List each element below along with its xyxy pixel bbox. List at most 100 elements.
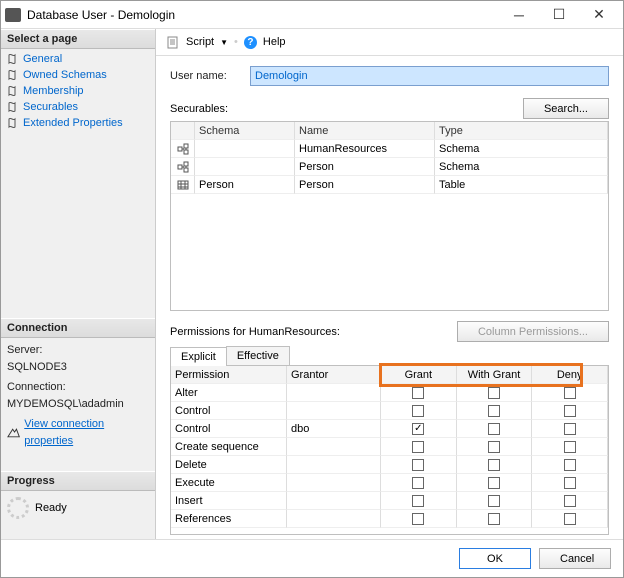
perm-name: Delete (171, 456, 287, 474)
deny-checkbox[interactable] (564, 423, 576, 435)
username-input[interactable] (250, 66, 609, 86)
deny-checkbox[interactable] (564, 405, 576, 417)
permission-row[interactable]: Delete (171, 456, 608, 474)
securables-row[interactable]: Person Person Table (171, 176, 608, 194)
nav-securables[interactable]: Securables (1, 99, 155, 115)
nav-general[interactable]: General (1, 51, 155, 67)
nav-membership[interactable]: Membership (1, 83, 155, 99)
grant-checkbox[interactable] (412, 513, 424, 525)
grant-checkbox[interactable] (412, 387, 424, 399)
main: Select a page General Owned Schemas Memb… (1, 29, 623, 539)
minimize-button[interactable]: ─ (499, 1, 539, 29)
view-connection-properties-link[interactable]: View connection properties (24, 416, 149, 449)
deny-checkbox[interactable] (564, 477, 576, 489)
deny-checkbox[interactable] (564, 513, 576, 525)
nav-label: Owned Schemas (23, 69, 107, 81)
schema-icon (177, 143, 189, 155)
securables-header-row: Schema Name Type (171, 122, 608, 140)
perm-grantor (287, 510, 381, 528)
perm-grantor (287, 474, 381, 492)
progress-block: Ready (1, 491, 155, 525)
help-button[interactable]: Help (263, 36, 286, 48)
permissions-for-label: Permissions for HumanResources: (170, 326, 340, 338)
securables-row[interactable]: Person Schema (171, 158, 608, 176)
nav-label: General (23, 53, 62, 65)
perm-grantor (287, 438, 381, 456)
perm-name: Execute (171, 474, 287, 492)
perm-name: Control (171, 402, 287, 420)
progress-header: Progress (1, 471, 155, 491)
dialog-footer: OK Cancel (1, 539, 623, 577)
connection-icon (7, 427, 20, 439)
col-schema: Schema (195, 122, 295, 140)
tab-effective[interactable]: Effective (226, 346, 290, 365)
withgrant-checkbox[interactable] (488, 495, 500, 507)
tab-explicit[interactable]: Explicit (170, 347, 227, 366)
search-button[interactable]: Search... (523, 98, 609, 119)
col-grantor: Grantor (287, 366, 381, 384)
perm-grantor (287, 456, 381, 474)
page-nav: General Owned Schemas Membership Securab… (1, 49, 155, 133)
perm-name: Create sequence (171, 438, 287, 456)
deny-checkbox[interactable] (564, 387, 576, 399)
withgrant-checkbox[interactable] (488, 459, 500, 471)
help-icon: ? (244, 36, 257, 49)
grant-checkbox[interactable] (412, 441, 424, 453)
permission-row[interactable]: Insert (171, 492, 608, 510)
withgrant-checkbox[interactable] (488, 405, 500, 417)
nav-label: Securables (23, 101, 78, 113)
nav-label: Extended Properties (23, 117, 123, 129)
col-deny: Deny (532, 366, 608, 384)
schema-icon (177, 161, 189, 173)
grant-checkbox[interactable] (412, 495, 424, 507)
permissions-grid[interactable]: Permission Grantor Grant With Grant Deny… (171, 366, 608, 534)
script-button[interactable]: Script (186, 36, 214, 48)
maximize-button[interactable]: ☐ (539, 1, 579, 29)
deny-checkbox[interactable] (564, 495, 576, 507)
nav-extended-properties[interactable]: Extended Properties (1, 115, 155, 131)
content: User name: Securables: Search... Schema … (156, 56, 623, 539)
left-panel: Select a page General Owned Schemas Memb… (1, 29, 156, 539)
withgrant-checkbox[interactable] (488, 387, 500, 399)
progress-icon (7, 497, 29, 519)
permission-row[interactable]: Execute (171, 474, 608, 492)
select-page-header: Select a page (1, 29, 155, 49)
ok-button[interactable]: OK (459, 548, 531, 569)
withgrant-checkbox[interactable] (488, 513, 500, 525)
securables-grid[interactable]: Schema Name Type HumanResources Schema P… (170, 121, 609, 311)
grant-checkbox[interactable] (412, 459, 424, 471)
table-icon (177, 179, 189, 191)
username-label: User name: (170, 70, 250, 82)
right-panel: Script ▼ • ? Help User name: Securables:… (156, 29, 623, 539)
securables-row[interactable]: HumanResources Schema (171, 140, 608, 158)
grant-checkbox[interactable] (412, 405, 424, 417)
grant-checkbox[interactable] (412, 477, 424, 489)
deny-checkbox[interactable] (564, 441, 576, 453)
withgrant-checkbox[interactable] (488, 441, 500, 453)
permission-row[interactable]: Control (171, 402, 608, 420)
connection-value: MYDEMOSQL\adadmin (7, 396, 149, 413)
server-value: SQLNODE3 (7, 359, 149, 376)
withgrant-checkbox[interactable] (488, 477, 500, 489)
perm-name: References (171, 510, 287, 528)
permission-row[interactable]: Controldbo✓ (171, 420, 608, 438)
nav-label: Membership (23, 85, 84, 97)
close-button[interactable]: ✕ (579, 1, 619, 29)
script-dropdown-icon[interactable]: ▼ (220, 38, 228, 47)
window-title: Database User - Demologin (27, 8, 499, 22)
permission-row[interactable]: Create sequence (171, 438, 608, 456)
deny-checkbox[interactable] (564, 459, 576, 471)
grant-checkbox[interactable]: ✓ (412, 423, 424, 435)
perm-grantor: dbo (287, 420, 381, 438)
permissions-tabs: Explicit Effective (170, 346, 609, 366)
withgrant-checkbox[interactable] (488, 423, 500, 435)
permission-row[interactable]: Alter (171, 384, 608, 402)
perm-name: Insert (171, 492, 287, 510)
permissions-header-row: Permission Grantor Grant With Grant Deny (171, 366, 608, 384)
server-label: Server: (7, 342, 149, 359)
permission-row[interactable]: References (171, 510, 608, 528)
nav-owned-schemas[interactable]: Owned Schemas (1, 67, 155, 83)
perm-grantor (287, 492, 381, 510)
cancel-button[interactable]: Cancel (539, 548, 611, 569)
script-icon (166, 35, 180, 49)
